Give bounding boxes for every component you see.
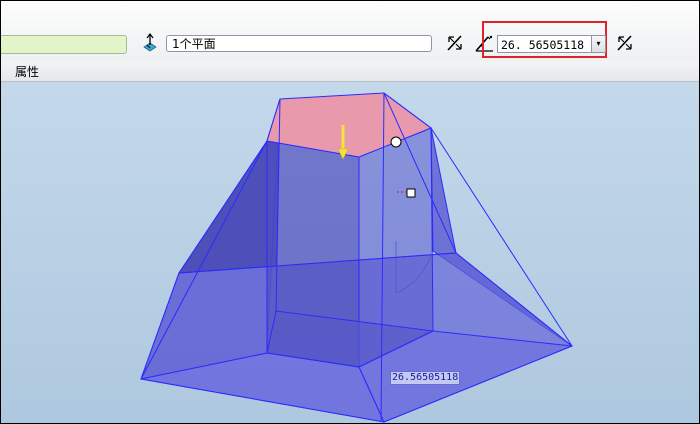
drag-handle-circle[interactable] — [390, 136, 402, 148]
tab-properties[interactable]: 属性 — [15, 63, 39, 80]
angle-dimension-label[interactable]: 26.56505118 — [390, 371, 461, 385]
reference-collector-field[interactable] — [1, 35, 127, 54]
plane-selection-field[interactable]: 1个平面 — [166, 35, 432, 52]
app-window: 1个平面 26. 56505118 ▾ 属性 26.56505118 — [0, 0, 700, 424]
angle-dropdown-button[interactable]: ▾ — [591, 35, 606, 53]
flip-direction-icon[interactable] — [140, 33, 160, 53]
draft-model-preview — [140, 92, 573, 423]
angle-value-input[interactable]: 26. 56505118 — [497, 35, 592, 53]
swap-icon[interactable] — [615, 33, 635, 53]
swap-icon[interactable] — [445, 33, 465, 53]
drag-handle-square[interactable] — [406, 188, 416, 198]
tab-strip: 属性 — [1, 61, 699, 82]
dashboard-toolbar: 1个平面 26. 56505118 ▾ — [1, 1, 699, 61]
graphics-viewport[interactable]: 26.56505118 — [1, 82, 699, 423]
